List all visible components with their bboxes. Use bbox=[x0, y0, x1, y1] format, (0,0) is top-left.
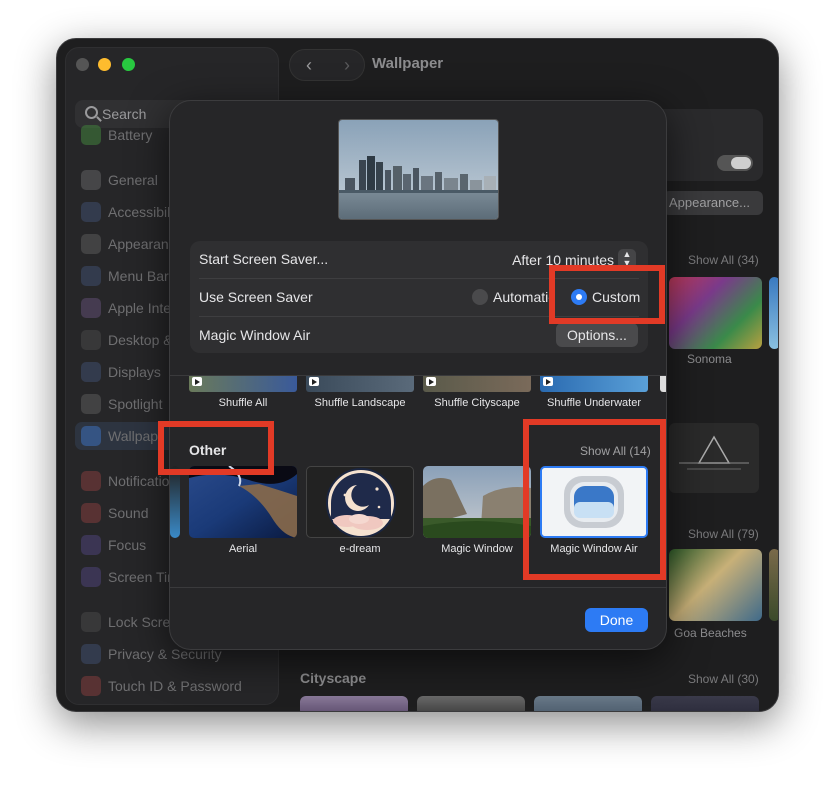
shuffle-landscape-thumbnail[interactable] bbox=[306, 376, 414, 392]
hourglass-icon bbox=[81, 567, 101, 587]
play-icon bbox=[192, 377, 202, 386]
tile-magic-window[interactable] bbox=[423, 466, 531, 538]
accessibility-icon bbox=[81, 202, 101, 222]
cityscape-thumbnail-2[interactable] bbox=[417, 696, 525, 711]
done-button[interactable]: Done bbox=[585, 608, 648, 632]
sonoma-label: Sonoma bbox=[687, 352, 732, 366]
bell-icon bbox=[81, 471, 101, 491]
tile-e-dream-label: e-dream bbox=[339, 543, 381, 555]
tile-aerial-label: Aerial bbox=[228, 543, 258, 555]
close-button[interactable] bbox=[76, 58, 89, 71]
zoom-button[interactable] bbox=[122, 58, 135, 71]
highlight-magic-window-air-tile bbox=[523, 419, 666, 580]
appearance-icon bbox=[81, 234, 101, 254]
highlight-custom-radio bbox=[549, 265, 665, 324]
magic-window-air-label: Magic Window Air bbox=[199, 327, 311, 343]
radio-automatic[interactable] bbox=[472, 289, 488, 305]
wallpaper-thumbnail-partial[interactable] bbox=[769, 277, 778, 349]
moon-icon bbox=[81, 535, 101, 555]
goa-beaches-thumbnail[interactable] bbox=[669, 549, 762, 621]
shuffle-landscape-label: Shuffle Landscape bbox=[314, 397, 406, 409]
cityscape-thumbnail-4[interactable] bbox=[651, 696, 759, 711]
tile-e-dream[interactable] bbox=[306, 466, 414, 538]
highlight-other-title bbox=[158, 421, 274, 475]
page-title: Wallpaper bbox=[372, 55, 444, 72]
back-button[interactable]: ‹ bbox=[290, 50, 328, 80]
yosemite-image bbox=[423, 466, 531, 538]
tile-partial[interactable] bbox=[170, 466, 180, 538]
show-all-landscape[interactable]: Show All (79) bbox=[688, 527, 759, 541]
show-all-dynamic[interactable]: Show All (34) bbox=[688, 253, 759, 267]
options-button[interactable]: Options... bbox=[556, 323, 638, 347]
footer-divider bbox=[170, 587, 666, 588]
city-skyline-image bbox=[339, 120, 498, 219]
play-icon bbox=[309, 377, 319, 386]
chevron-right-icon: › bbox=[344, 55, 350, 75]
apple-intelligence-icon bbox=[81, 298, 101, 318]
shuffle-underwater-thumbnail[interactable] bbox=[540, 376, 648, 392]
search-icon bbox=[85, 106, 98, 119]
wallpaper-toggle[interactable] bbox=[717, 155, 753, 171]
shuffle-thumbnail-partial[interactable] bbox=[660, 376, 666, 392]
tile-aerial[interactable] bbox=[189, 466, 297, 538]
sonoma-thumbnail[interactable] bbox=[669, 277, 762, 349]
desktop-dock-icon bbox=[81, 330, 101, 350]
shuffle-cityscape-label: Shuffle Cityscape bbox=[434, 397, 520, 409]
landscape-thumbnail-partial[interactable] bbox=[769, 549, 778, 621]
wallpaper-icon bbox=[81, 426, 101, 446]
hand-icon bbox=[81, 644, 101, 664]
cityscape-section-title: Cityscape bbox=[300, 670, 367, 686]
spotlight-icon bbox=[81, 394, 101, 414]
menu-bar-icon bbox=[81, 266, 101, 286]
shuffle-underwater-label: Shuffle Underwater bbox=[547, 397, 641, 409]
tile-magic-window-label: Magic Window bbox=[441, 543, 513, 555]
sidebar-item-touch-id[interactable]: Touch ID & Password bbox=[75, 672, 271, 700]
use-screen-saver-label: Use Screen Saver bbox=[199, 289, 313, 305]
cityscape-thumbnail-3[interactable] bbox=[534, 696, 642, 711]
shuffle-cityscape-thumbnail[interactable] bbox=[423, 376, 531, 392]
chevron-left-icon: ‹ bbox=[306, 55, 312, 75]
search-placeholder: Search bbox=[102, 106, 147, 122]
display-icon bbox=[81, 362, 101, 382]
speaker-icon bbox=[81, 503, 101, 523]
screen-saver-preview bbox=[338, 119, 499, 220]
shuffle-all-label: Shuffle All bbox=[218, 397, 268, 409]
appearance-button[interactable]: Appearance... bbox=[663, 191, 763, 215]
goa-beaches-label: Goa Beaches bbox=[674, 626, 747, 640]
play-icon bbox=[426, 377, 436, 386]
show-all-cityscape[interactable]: Show All (30) bbox=[688, 672, 759, 686]
start-screen-saver-label: Start Screen Saver... bbox=[199, 251, 329, 267]
forward-button[interactable]: › bbox=[328, 50, 366, 80]
aerial-image bbox=[189, 466, 297, 538]
gear-icon bbox=[81, 170, 101, 190]
triangle-logo-icon bbox=[679, 435, 749, 470]
fingerprint-icon bbox=[81, 676, 101, 696]
nav-buttons: ‹ › bbox=[289, 49, 365, 81]
radio-automatic-label: Automatic bbox=[493, 289, 553, 305]
shuffle-all-thumbnail[interactable] bbox=[189, 376, 297, 392]
battery-icon bbox=[81, 125, 101, 145]
moon-icon bbox=[326, 468, 396, 537]
lock-icon bbox=[81, 612, 101, 632]
cityscape-thumbnail-1[interactable] bbox=[300, 696, 408, 711]
minimize-button[interactable] bbox=[98, 58, 111, 71]
logo-wallpaper-thumbnail[interactable] bbox=[669, 423, 759, 493]
play-icon bbox=[543, 377, 553, 386]
